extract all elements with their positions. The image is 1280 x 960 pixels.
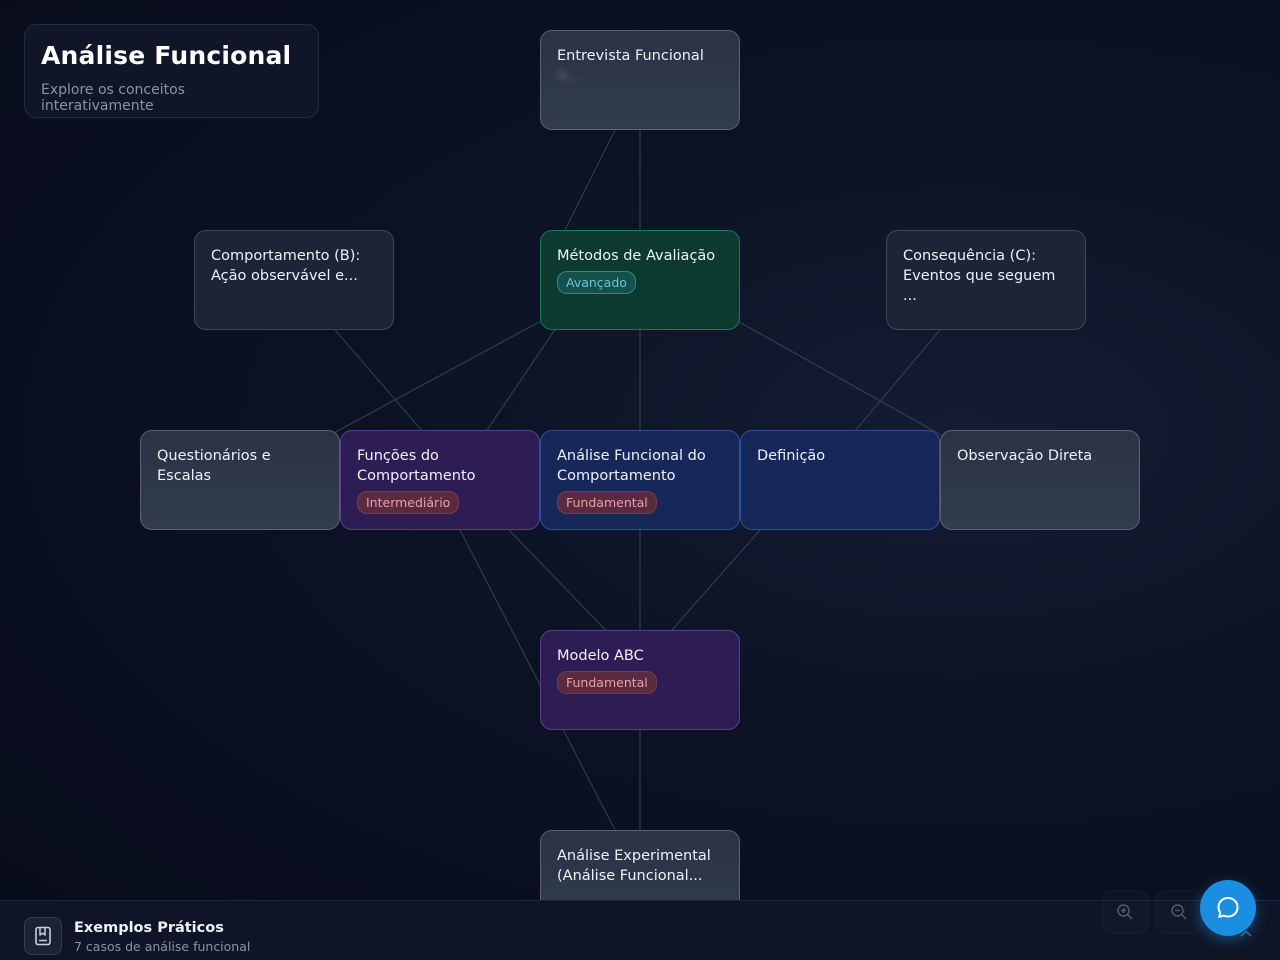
zoom-in-button[interactable] xyxy=(1102,890,1148,934)
level-badge: Fundamental xyxy=(557,671,657,694)
node-label: Questionários e Escalas xyxy=(157,448,271,484)
node-questionarios-escalas[interactable]: Questionários e Escalas xyxy=(140,430,340,530)
zoom-out-button[interactable] xyxy=(1156,890,1202,934)
node-observacao-direta[interactable]: Observação Direta xyxy=(940,430,1140,530)
node-label: Métodos de Avaliação xyxy=(557,248,716,264)
node-modelo-abc[interactable]: Modelo ABC Fundamental xyxy=(540,630,740,730)
examples-bar[interactable]: Exemplos Práticos 7 casos de análise fun… xyxy=(0,900,1280,960)
node-funcoes-comportamento[interactable]: Funções do Comportamento Intermediário xyxy=(340,430,540,530)
level-badge: Avançado xyxy=(557,271,636,294)
node-label: Entrevista Funcional xyxy=(557,48,704,64)
node-label: Análise Funcional do Comportamento xyxy=(557,448,706,484)
node-label: Modelo ABC xyxy=(557,648,644,664)
node-label: Consequência (C): Eventos que seguem ... xyxy=(903,248,1056,304)
node-label: Comportamento (B): Ação observável e... xyxy=(211,248,361,284)
node-analise-funcional-comportamento[interactable]: Análise Funcional do Comportamento Funda… xyxy=(540,430,740,530)
level-badge: Fundamental xyxy=(557,491,657,514)
page-title: Análise Funcional xyxy=(41,41,292,70)
node-label: Observação Direta xyxy=(957,448,1093,464)
chevron-up-icon[interactable] xyxy=(1238,928,1254,940)
zoom-in-icon xyxy=(1117,904,1133,920)
edge xyxy=(334,329,431,441)
node-label: Definição xyxy=(757,448,826,464)
node-description: N... xyxy=(557,68,582,84)
title-card: Análise Funcional Explore os conceitos i… xyxy=(24,24,319,118)
book-icon xyxy=(24,917,62,955)
node-label: Funções do Comportamento xyxy=(357,448,476,484)
node-entrevista-funcional[interactable]: Entrevista Funcional N... xyxy=(540,30,740,130)
examples-subtitle: 7 casos de análise funcional xyxy=(74,939,251,954)
edge xyxy=(564,129,616,231)
node-metodos-avaliacao[interactable]: Métodos de Avaliação Avançado xyxy=(540,230,740,330)
node-label: Análise Experimental (Análise Funcional.… xyxy=(557,848,711,884)
level-badge: Intermediário xyxy=(357,491,460,514)
node-consequencia-c[interactable]: Consequência (C): Eventos que seguem ... xyxy=(886,230,1086,330)
chat-bubble-icon xyxy=(1217,897,1239,918)
node-comportamento-b[interactable]: Comportamento (B): Ação observável e... xyxy=(194,230,394,330)
zoom-out-icon xyxy=(1171,904,1187,920)
examples-title: Exemplos Práticos xyxy=(74,920,224,936)
page-subtitle: Explore os conceitos interativamente xyxy=(41,82,185,114)
node-definicao[interactable]: Definição xyxy=(740,430,940,530)
